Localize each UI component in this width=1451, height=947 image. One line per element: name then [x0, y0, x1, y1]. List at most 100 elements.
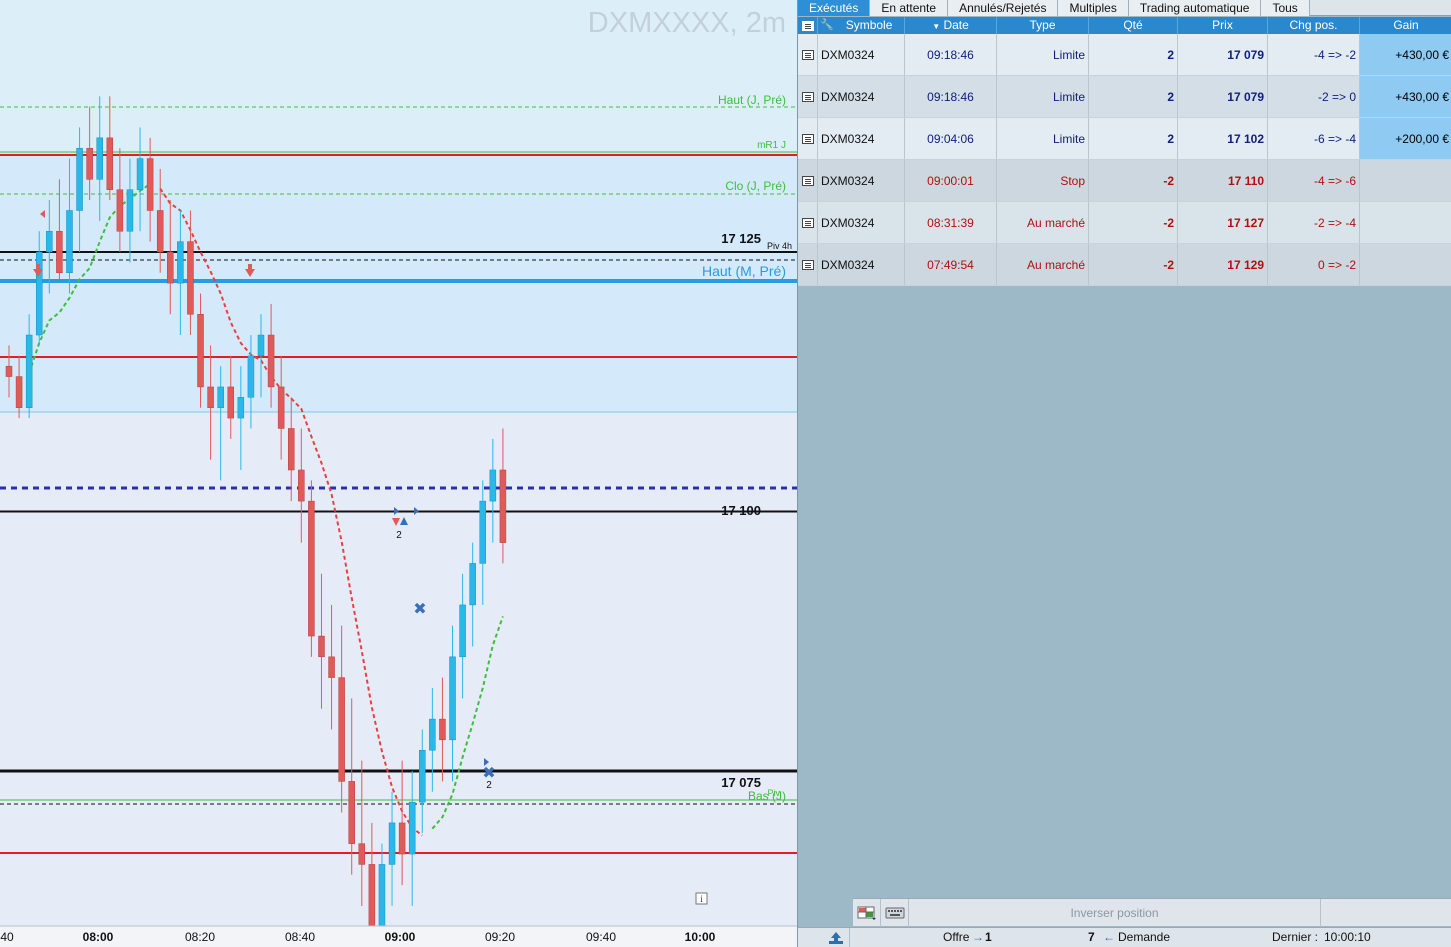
candle-body [298, 469, 305, 502]
order-date: 09:00:01 [905, 160, 997, 201]
order-row[interactable]: DXM0324 08:31:39 Au marché -2 17 127 -2 => -4 [798, 202, 1451, 244]
sort-down-icon: ▼ [932, 22, 941, 31]
column-type[interactable]: Type [997, 17, 1089, 34]
document-icon [801, 20, 814, 31]
column-symbole[interactable]: 🔧 Symbole [818, 17, 905, 34]
candle-body [177, 241, 184, 284]
order-row[interactable]: DXM0324 07:49:54 Au marché -2 17 129 0 => -2 [798, 244, 1451, 286]
row-detail-icon[interactable] [798, 244, 818, 285]
document-icon [801, 175, 814, 186]
candle-body [479, 500, 487, 564]
header-options-icon[interactable] [798, 17, 818, 34]
order-date: 09:18:46 [905, 76, 997, 117]
order-date: 09:04:06 [905, 118, 997, 159]
candle-body [5, 365, 13, 377]
label-haut-j-pre: Haut (J, Pré) [718, 93, 786, 107]
tab-trading-automatique[interactable]: Trading automatique [1128, 0, 1262, 16]
order-position-change: 0 => -2 [1268, 244, 1360, 285]
tab-annules-rejetes[interactable]: Annulés/Rejetés [948, 0, 1059, 16]
info-icon[interactable]: i [695, 892, 708, 905]
candle-body [237, 397, 245, 419]
upload-icon[interactable] [822, 928, 850, 947]
price-label-17075: 17 075 [721, 775, 761, 790]
candle-body [247, 355, 255, 398]
candle-body [116, 189, 124, 232]
column-symbole-label: Symbole [845, 18, 893, 32]
tab-multiples[interactable]: Multiples [1058, 0, 1129, 16]
order-date: 07:49:54 [905, 244, 997, 285]
time-tick-label: 08:00 [83, 930, 114, 944]
arrow-left-icon: ← [1103, 930, 1115, 944]
order-price: 17 129 [1178, 244, 1268, 285]
order-type: Au marché [997, 244, 1089, 285]
last-label: Dernier : [1272, 930, 1319, 944]
order-row[interactable]: DXM0324 09:18:46 Limite 2 17 079 -2 => 0 +430,… [798, 76, 1451, 118]
column-gain[interactable]: Gain [1360, 17, 1451, 34]
column-qte[interactable]: Qté [1089, 17, 1178, 34]
candle-body [217, 386, 224, 408]
label-clo-j-pre: Clo (J, Pré) [725, 179, 786, 193]
sell-arrow-stem [248, 264, 252, 269]
price-chart[interactable]: ✖✖ DXMXXXX, 2m Haut (J, Pré) mR1 J Clo (… [0, 0, 797, 947]
chart-title: DXMXXXX, 2m [588, 7, 786, 39]
row-detail-icon[interactable] [798, 118, 818, 159]
order-price: 17 110 [1178, 160, 1268, 201]
order-gain [1360, 244, 1451, 285]
column-date[interactable]: ▼ Date [905, 17, 997, 34]
order-row[interactable]: DXM0324 09:00:01 Stop -2 17 110 -4 => -6 [798, 160, 1451, 202]
exit-cross-icon: ✖ [413, 599, 426, 618]
column-chg-pos[interactable]: Chg pos. [1268, 17, 1360, 34]
quote-status-bar: Offre → 1 7 ← Demande Dernier : 10:00:10 [798, 927, 1451, 947]
tab-en-attente[interactable]: En attente [870, 0, 949, 16]
document-icon [801, 133, 814, 144]
order-row[interactable]: DXM0324 09:04:06 Limite 2 17 102 -6 => -4 +200… [798, 118, 1451, 160]
orders-table-header: 🔧 Symbole ▼ Date Type Qté Prix Chg pos. … [798, 17, 1451, 34]
time-tick-label: 10:00 [685, 930, 716, 944]
label-haut-m-pre: Haut (M, Pré) [702, 263, 786, 279]
wrench-icon[interactable]: 🔧 [818, 17, 834, 34]
reverse-position-button[interactable]: Inverser position [909, 899, 1321, 927]
time-tick-label: 09:00 [385, 930, 416, 944]
candle-body [439, 718, 446, 741]
order-type: Stop [997, 160, 1089, 201]
order-toolbar: Inverser position [853, 898, 1451, 927]
price-label-17125: 17 125 [721, 231, 761, 246]
candle-body [227, 386, 235, 419]
candle-body [459, 604, 466, 658]
trade-count-label: 2 [486, 780, 492, 791]
candle-body [96, 137, 103, 180]
order-quantity: -2 [1089, 160, 1178, 201]
tab-tous[interactable]: Tous [1261, 0, 1310, 16]
order-position-change: -4 => -6 [1268, 160, 1360, 201]
candle-body [187, 241, 194, 315]
order-quantity: -2 [1089, 244, 1178, 285]
candle-body [419, 749, 426, 803]
order-symbol: DXM0324 [818, 202, 905, 243]
candle-body [15, 376, 23, 408]
order-gain: +430,00 € [1360, 34, 1451, 75]
row-detail-icon[interactable] [798, 202, 818, 243]
row-detail-icon[interactable] [798, 34, 818, 75]
chart-panel[interactable]: ✖ ✖ DXMXXXX, 2m Haut (J, Pré) mR1 J Clo (… [0, 0, 797, 947]
candle-body [318, 635, 325, 658]
time-tick-label: 09:20 [485, 930, 515, 944]
candle-body [449, 656, 456, 741]
tab-executes[interactable]: Exécutés [798, 0, 871, 16]
order-row[interactable]: DXM0324 09:18:46 Limite 2 17 079 -4 => -2 +430… [798, 34, 1451, 76]
last-time: 10:00:10 [1324, 930, 1371, 944]
document-icon [801, 49, 814, 60]
document-icon [801, 259, 814, 270]
candle-body [287, 428, 295, 471]
row-detail-icon[interactable] [798, 76, 818, 117]
label-piv-4h: Piv 4h [767, 241, 792, 251]
candle-body [499, 469, 507, 543]
order-gain [1360, 202, 1451, 243]
keyboard-icon[interactable] [881, 899, 909, 927]
candle-body [277, 386, 285, 429]
grid-icon[interactable] [853, 899, 881, 927]
row-detail-icon[interactable] [798, 160, 818, 201]
order-quantity: 2 [1089, 118, 1178, 159]
candle-body [25, 334, 33, 408]
trade-count-label: 2 [396, 530, 402, 541]
column-prix[interactable]: Prix [1178, 17, 1268, 34]
